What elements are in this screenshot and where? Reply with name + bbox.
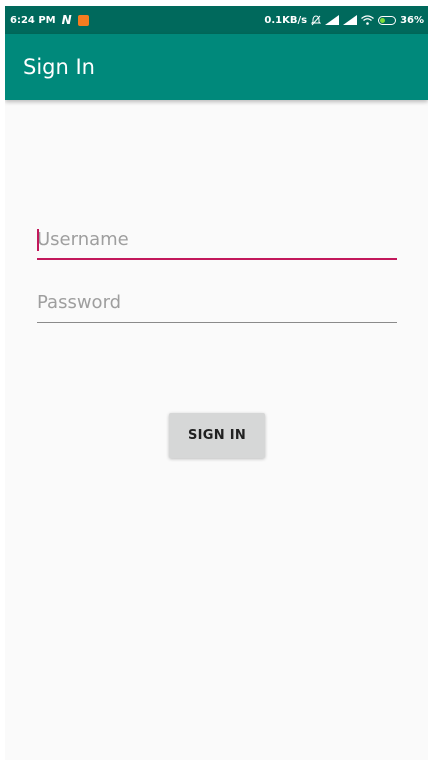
wifi-icon	[361, 15, 374, 25]
status-bar: 6:24 PM N 0.1KB/s 36%	[5, 6, 428, 34]
status-time: 6:24 PM	[10, 14, 56, 26]
signal-icon	[325, 15, 340, 25]
status-right: 0.1KB/s 36%	[264, 15, 424, 26]
sign-in-button[interactable]: SIGN IN	[169, 413, 265, 458]
password-underline	[37, 322, 397, 323]
n-icon: N	[61, 13, 72, 27]
password-field-container	[37, 283, 397, 323]
status-left: 6:24 PM N	[10, 13, 89, 27]
username-underline	[37, 258, 397, 260]
signal-icon-2	[343, 15, 358, 25]
battery-percent: 36%	[400, 14, 424, 26]
text-cursor	[37, 229, 39, 251]
battery-icon	[378, 15, 397, 25]
notification-icon	[77, 14, 89, 26]
mute-icon	[311, 14, 322, 26]
username-field-container	[37, 220, 397, 260]
phone-screen: 6:24 PM N 0.1KB/s 36% Sign In Username S…	[5, 6, 428, 760]
password-input[interactable]	[37, 283, 397, 323]
app-bar: Sign In	[5, 34, 428, 100]
page-title: Sign In	[23, 55, 95, 79]
network-speed: 0.1KB/s	[264, 14, 308, 26]
username-input[interactable]	[37, 220, 397, 260]
battery-fill	[380, 17, 386, 23]
